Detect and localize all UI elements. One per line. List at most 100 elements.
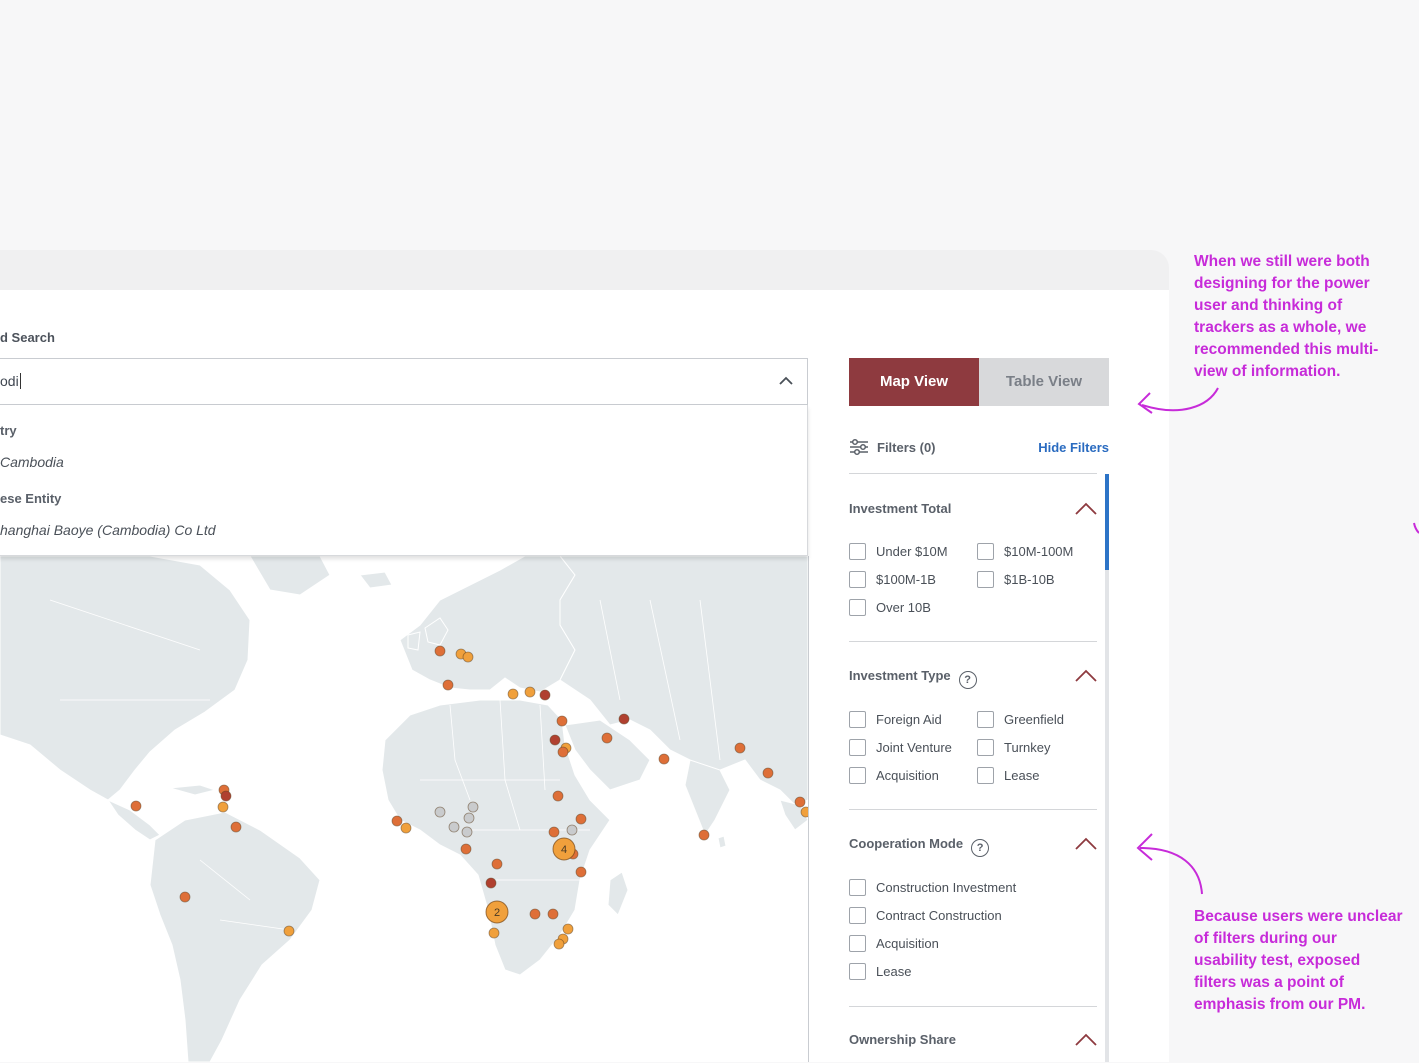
checkbox-lease[interactable]: Lease [849, 963, 911, 980]
checkbox-lease[interactable]: Lease [977, 767, 1039, 784]
world-map[interactable]: 42 [0, 556, 809, 1062]
checkbox-100m-1b[interactable]: $100M-1B [849, 571, 936, 588]
investment-marker[interactable] [217, 801, 229, 813]
checkbox-label: Contract Construction [876, 908, 1002, 923]
investment-marker[interactable] [485, 877, 497, 889]
investment-marker[interactable] [462, 651, 474, 663]
checkbox-label: Greenfield [1004, 712, 1064, 727]
checkbox-under-10m[interactable]: Under $10M [849, 543, 948, 560]
search-value: odi [0, 373, 19, 389]
investment-marker[interactable] [529, 908, 541, 920]
investment-marker[interactable] [618, 713, 630, 725]
investment-marker[interactable] [601, 732, 613, 744]
suggestion-item[interactable]: hanghai Baoye (Cambodia) Co Ltd [0, 522, 216, 538]
investment-marker[interactable] [575, 813, 587, 825]
checkbox-contract-construction[interactable]: Contract Construction [849, 907, 1002, 924]
investment-marker[interactable] [539, 689, 551, 701]
checkbox-turnkey[interactable]: Turnkey [977, 739, 1050, 756]
investment-marker[interactable] [283, 925, 295, 937]
investment-marker[interactable] [220, 790, 232, 802]
filters-count-label: Filters (0) [877, 440, 936, 455]
cluster-count: 4 [561, 844, 567, 856]
investment-marker[interactable] [556, 715, 568, 727]
table-view-button[interactable]: Table View [979, 358, 1109, 406]
suggestion-group-heading: try [0, 423, 17, 438]
chevron-up-icon[interactable] [777, 372, 795, 390]
investment-marker[interactable] [794, 796, 806, 808]
checkbox-10m-100m[interactable]: $10M-100M [977, 543, 1073, 560]
investment-marker[interactable] [549, 734, 561, 746]
section-divider [849, 809, 1097, 810]
map-view-button[interactable]: Map View [849, 358, 979, 406]
checkbox-label: Foreign Aid [876, 712, 942, 727]
filter-scrollbar-thumb[interactable] [1105, 474, 1109, 570]
investment-marker[interactable] [548, 826, 560, 838]
checkbox-over-10b[interactable]: Over 10B [849, 599, 931, 616]
investment-marker[interactable] [391, 815, 403, 827]
investment-marker[interactable] [566, 824, 578, 836]
investment-marker[interactable] [762, 767, 774, 779]
section-title: Investment Total [849, 501, 952, 516]
checkbox-acquisition[interactable]: Acquisition [849, 767, 939, 784]
investment-marker[interactable] [461, 826, 473, 838]
checkbox-label: Lease [876, 964, 912, 979]
investment-marker[interactable] [434, 806, 446, 818]
chevron-up-icon[interactable] [1075, 501, 1097, 515]
chevron-up-icon[interactable] [1075, 836, 1097, 850]
hide-filters-link[interactable]: Hide Filters [1038, 440, 1109, 455]
investment-marker[interactable] [547, 908, 559, 920]
investment-marker[interactable] [575, 866, 587, 878]
investment-marker[interactable] [467, 801, 479, 813]
annotation-exposed-filters: Because users were unclear of filters du… [1194, 908, 1403, 1013]
investment-marker[interactable] [179, 891, 191, 903]
investment-marker[interactable] [557, 746, 569, 758]
view-toggle: Map View Table View [849, 358, 1109, 406]
investment-marker[interactable] [507, 688, 519, 700]
investment-marker[interactable] [230, 821, 242, 833]
investment-marker[interactable] [463, 812, 475, 824]
checkbox-foreign-aid[interactable]: Foreign Aid [849, 711, 942, 728]
chevron-up-icon[interactable] [1075, 1032, 1097, 1046]
investment-marker[interactable] [698, 829, 710, 841]
checkbox-construction-investment[interactable]: Construction Investment [849, 879, 1016, 896]
filters-header: Filters (0) Hide Filters [849, 437, 1109, 459]
cluster-count: 2 [494, 907, 500, 919]
checkbox-label: $1B-10B [1004, 572, 1055, 587]
investment-marker[interactable] [658, 753, 670, 765]
investment-marker[interactable] [460, 843, 472, 855]
help-icon[interactable]: ? [971, 839, 990, 857]
checkbox-label: Acquisition [876, 936, 939, 951]
investment-marker[interactable] [400, 822, 412, 834]
section-divider [849, 641, 1097, 642]
search-input[interactable]: odi [0, 358, 808, 405]
help-icon[interactable]: ? [958, 671, 977, 689]
checkbox-joint-venture[interactable]: Joint Venture [849, 739, 952, 756]
filters-panel: Investment Total Under $10M $10M-100M $1… [849, 473, 1097, 1063]
section-title: Cooperation Mode? [849, 836, 990, 857]
suggestion-item[interactable]: Cambodia [0, 454, 64, 470]
investment-marker[interactable] [562, 923, 574, 935]
investment-marker[interactable] [130, 800, 142, 812]
checkbox-label: Acquisition [876, 768, 939, 783]
section-title-text: Cooperation Mode [849, 836, 964, 851]
investment-marker[interactable] [734, 742, 746, 754]
checkbox-1b-10b[interactable]: $1B-10B [977, 571, 1055, 588]
annotation-multi-view: When we still were both designing for th… [1194, 253, 1379, 380]
search-suggestions: try Cambodia ese Entity hanghai Baoye (C… [0, 405, 808, 556]
investment-marker[interactable] [800, 806, 808, 818]
annotation-arrow-icon [1136, 833, 1203, 895]
investment-marker[interactable] [442, 679, 454, 691]
investment-marker[interactable] [491, 858, 503, 870]
investment-marker[interactable] [448, 821, 460, 833]
checkbox-greenfield[interactable]: Greenfield [977, 711, 1064, 728]
investment-marker[interactable] [488, 927, 500, 939]
investment-marker[interactable] [552, 790, 564, 802]
investment-marker[interactable] [553, 938, 565, 950]
text-cursor [19, 373, 21, 389]
chevron-up-icon[interactable] [1075, 668, 1097, 682]
investment-marker[interactable] [434, 645, 446, 657]
investment-marker[interactable] [524, 686, 536, 698]
checkbox-acquisition[interactable]: Acquisition [849, 935, 939, 952]
checkbox-label: $100M-1B [876, 572, 936, 587]
world-map-canvas[interactable]: 42 [0, 556, 808, 1062]
